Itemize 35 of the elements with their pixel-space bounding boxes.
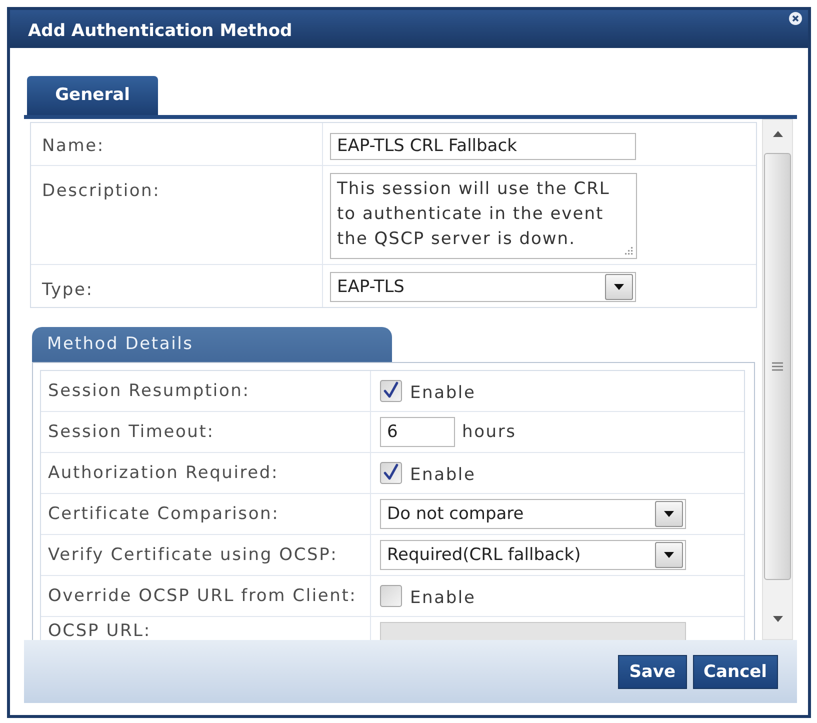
field-label: Certificate Comparison:	[48, 504, 280, 524]
checkbox-label[interactable]: Enable	[410, 464, 476, 484]
checkbox[interactable]	[380, 462, 402, 484]
field-label: Override OCSP URL from Client:	[48, 586, 357, 606]
tab[interactable]: General	[27, 76, 158, 115]
text-area[interactable]: This session will use the CRL to authenticate in the event the QSCP server is down.	[330, 173, 637, 259]
scroll-up-icon[interactable]	[772, 131, 782, 137]
scrollbar-thumb[interactable]	[764, 153, 791, 580]
number-field[interactable]: 6	[380, 417, 455, 447]
field-label: OCSP URL:	[48, 621, 151, 640]
field-label: Name:	[42, 136, 104, 156]
checkbox-label[interactable]: Enable	[410, 588, 476, 608]
close-icon[interactable]	[789, 12, 802, 25]
checkbox-label[interactable]: Enable	[410, 382, 476, 402]
section-header: Method Details	[32, 327, 392, 362]
scroll-down-icon[interactable]	[772, 616, 782, 622]
scrollbar-track[interactable]	[762, 119, 793, 640]
dialog-button[interactable]: Cancel	[692, 654, 778, 688]
dialog-button[interactable]: Save	[618, 654, 687, 688]
dropdown[interactable]: EAP-TLS	[330, 272, 636, 302]
unit-label: hours	[462, 422, 516, 442]
field-label: Session Timeout:	[48, 422, 214, 442]
field-label: Description:	[42, 181, 160, 201]
dialog-title: Add Authentication Method	[28, 21, 292, 41]
text-field[interactable]: EAP-TLS CRL Fallback	[330, 133, 636, 160]
field-label: Session Resumption:	[48, 381, 250, 401]
checkbox[interactable]	[380, 380, 402, 402]
grip-lines-icon	[772, 362, 783, 371]
resize-grip-icon[interactable]	[624, 246, 633, 255]
dropdown[interactable]: Do not compare	[380, 499, 686, 529]
field-label: Authorization Required:	[48, 463, 279, 483]
dropdown[interactable]: Required(CRL fallback)	[380, 540, 686, 570]
checkbox[interactable]	[380, 585, 402, 607]
field-label: Verify Certificate using OCSP:	[48, 545, 338, 565]
field-label: Type:	[42, 280, 94, 300]
